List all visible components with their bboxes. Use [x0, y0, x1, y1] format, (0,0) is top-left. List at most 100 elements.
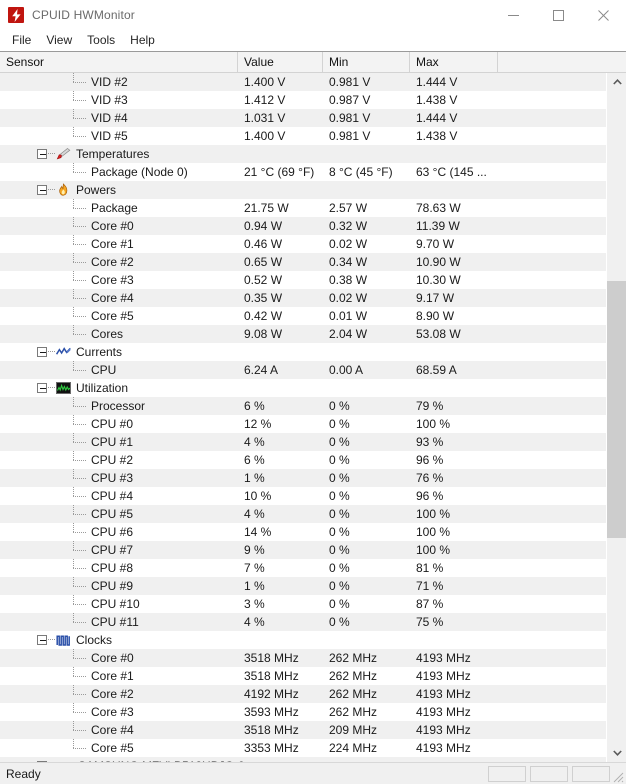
- scrollbar-thumb[interactable]: [607, 281, 626, 538]
- sensor-value: 1 %: [244, 579, 265, 593]
- sensor-label: CPU #11: [91, 615, 139, 629]
- sensor-label: CPU #8: [91, 561, 134, 575]
- sensor-max: 9.70 W: [416, 237, 455, 251]
- sensor-label: Package (Node 0): [91, 165, 188, 179]
- sensor-max: 63 °C (145 ...: [416, 165, 487, 179]
- sensor-min: 224 MHz: [329, 741, 378, 755]
- table-row[interactable]: Core #3 0.52 W 0.38 W 10.30 W: [0, 271, 606, 289]
- tree-connector: [73, 208, 87, 209]
- table-row[interactable]: CPU #0 12 % 0 % 100 %: [0, 415, 606, 433]
- table-row[interactable]: Core #5 3353 MHz 224 MHz 4193 MHz: [0, 739, 606, 757]
- sensor-label: CPU #1: [91, 435, 134, 449]
- tree-group-label: Clocks: [76, 633, 113, 647]
- collapse-toggle[interactable]: [37, 185, 47, 195]
- menu-item-view[interactable]: View: [39, 31, 80, 50]
- chevron-up-icon[interactable]: [607, 73, 626, 91]
- table-row[interactable]: CPU #11 4 % 0 % 75 %: [0, 613, 606, 631]
- table-row[interactable]: Core #0 0.94 W 0.32 W 11.39 W: [0, 217, 606, 235]
- table-row[interactable]: VID #5 1.400 V 0.981 V 1.438 V: [0, 127, 606, 145]
- tree-connector: [73, 226, 87, 227]
- sensor-max: 53.08 W: [416, 327, 461, 341]
- sensor-min: 0 %: [329, 561, 350, 575]
- sensor-value: 3593 MHz: [244, 705, 299, 719]
- resize-grip-icon[interactable]: [610, 769, 624, 783]
- flame-icon: [56, 183, 71, 197]
- tree-group-row[interactable]: Powers: [0, 181, 606, 199]
- table-row[interactable]: Package (Node 0) 21 °C (69 °F) 8 °C (45 °F…: [0, 163, 606, 181]
- sensor-table-body: VID #2 1.400 V 0.981 V 1.444 V VID #3 1.412 V…: [0, 73, 626, 762]
- sensor-max: 87 %: [416, 597, 444, 611]
- sensor-tree[interactable]: VID #2 1.400 V 0.981 V 1.444 V VID #3 1.412 V…: [0, 73, 606, 762]
- tree-group-label: Currents: [76, 345, 123, 359]
- sensor-min: 0 %: [329, 579, 350, 593]
- sensor-value: 1.400 V: [244, 75, 286, 89]
- table-row[interactable]: Package 21.75 W 2.57 W 78.63 W: [0, 199, 606, 217]
- table-row[interactable]: Core #3 3593 MHz 262 MHz 4193 MHz: [0, 703, 606, 721]
- table-row[interactable]: VID #4 1.031 V 0.981 V 1.444 V: [0, 109, 606, 127]
- tree-connector: [73, 478, 87, 479]
- chevron-down-icon[interactable]: [607, 744, 626, 762]
- tree-group-label: Temperatures: [76, 147, 150, 161]
- close-icon[interactable]: [581, 0, 626, 30]
- table-row[interactable]: CPU #5 4 % 0 % 100 %: [0, 505, 606, 523]
- tree-group-row[interactable]: Temperatures: [0, 145, 606, 163]
- column-header-min[interactable]: Min: [323, 52, 410, 73]
- sensor-value: 0.52 W: [244, 273, 283, 287]
- sensor-label: Core #1: [91, 669, 134, 683]
- table-row[interactable]: CPU #8 7 % 0 % 81 %: [0, 559, 606, 577]
- sensor-min: 0 %: [329, 543, 350, 557]
- table-row[interactable]: Processor 6 % 0 % 79 %: [0, 397, 606, 415]
- sensor-min: 262 MHz: [329, 705, 378, 719]
- table-row[interactable]: CPU #3 1 % 0 % 76 %: [0, 469, 606, 487]
- sensor-max: 100 %: [416, 417, 451, 431]
- sensor-label: Core #3: [91, 273, 134, 287]
- table-row[interactable]: VID #2 1.400 V 0.981 V 1.444 V: [0, 73, 606, 91]
- collapse-toggle[interactable]: [37, 347, 47, 357]
- sensor-label: Core #2: [91, 255, 134, 269]
- table-row[interactable]: Core #5 0.42 W 0.01 W 8.90 W: [0, 307, 606, 325]
- menu-item-help[interactable]: Help: [123, 31, 163, 50]
- sensor-min: 0.981 V: [329, 111, 371, 125]
- sensor-min: 0 %: [329, 399, 350, 413]
- tree-group-row[interactable]: Clocks: [0, 631, 606, 649]
- table-row[interactable]: Core #0 3518 MHz 262 MHz 4193 MHz: [0, 649, 606, 667]
- tree-group-row[interactable]: Currents: [0, 343, 606, 361]
- collapse-toggle[interactable]: [37, 383, 47, 393]
- column-header-filler[interactable]: [498, 52, 626, 73]
- table-row[interactable]: CPU #2 6 % 0 % 96 %: [0, 451, 606, 469]
- minimize-icon[interactable]: [491, 0, 536, 30]
- table-row[interactable]: CPU #4 10 % 0 % 96 %: [0, 487, 606, 505]
- collapse-toggle[interactable]: [37, 149, 47, 159]
- table-row[interactable]: Core #4 0.35 W 0.02 W 9.17 W: [0, 289, 606, 307]
- table-row[interactable]: CPU #6 14 % 0 % 100 %: [0, 523, 606, 541]
- menu-item-tools[interactable]: Tools: [80, 31, 123, 50]
- column-header-sensor[interactable]: Sensor: [0, 52, 238, 73]
- column-header-value[interactable]: Value: [238, 52, 323, 73]
- table-row[interactable]: CPU #9 1 % 0 % 71 %: [0, 577, 606, 595]
- column-header-max[interactable]: Max: [410, 52, 498, 73]
- sensor-value: 1.031 V: [244, 111, 286, 125]
- tree-group-row[interactable]: Utilization: [0, 379, 606, 397]
- table-row[interactable]: Core #1 3518 MHz 262 MHz 4193 MHz: [0, 667, 606, 685]
- table-row[interactable]: CPU #7 9 % 0 % 100 %: [0, 541, 606, 559]
- table-row[interactable]: VID #3 1.412 V 0.987 V 1.438 V: [0, 91, 606, 109]
- sensor-min: 8 °C (45 °F): [329, 165, 393, 179]
- maximize-icon[interactable]: [536, 0, 581, 30]
- vertical-scrollbar[interactable]: [606, 73, 626, 762]
- table-row[interactable]: Core #2 0.65 W 0.34 W 10.90 W: [0, 253, 606, 271]
- table-row[interactable]: Core #2 4192 MHz 262 MHz 4193 MHz: [0, 685, 606, 703]
- table-row[interactable]: Core #1 0.46 W 0.02 W 9.70 W: [0, 235, 606, 253]
- tree-connector: [73, 442, 87, 443]
- table-row[interactable]: CPU #1 4 % 0 % 93 %: [0, 433, 606, 451]
- collapse-toggle[interactable]: [37, 635, 47, 645]
- table-row[interactable]: CPU #10 3 % 0 % 87 %: [0, 595, 606, 613]
- menu-item-file[interactable]: File: [5, 31, 39, 50]
- tree-connector: [73, 712, 87, 713]
- table-row[interactable]: Cores 9.08 W 2.04 W 53.08 W: [0, 325, 606, 343]
- sensor-value: 9 %: [244, 543, 265, 557]
- sensor-value: 3518 MHz: [244, 669, 299, 683]
- tree-connector: [73, 118, 87, 119]
- table-row[interactable]: CPU 6.24 A 0.00 A 68.59 A: [0, 361, 606, 379]
- table-row[interactable]: Core #4 3518 MHz 209 MHz 4193 MHz: [0, 721, 606, 739]
- sensor-max: 4193 MHz: [416, 651, 471, 665]
